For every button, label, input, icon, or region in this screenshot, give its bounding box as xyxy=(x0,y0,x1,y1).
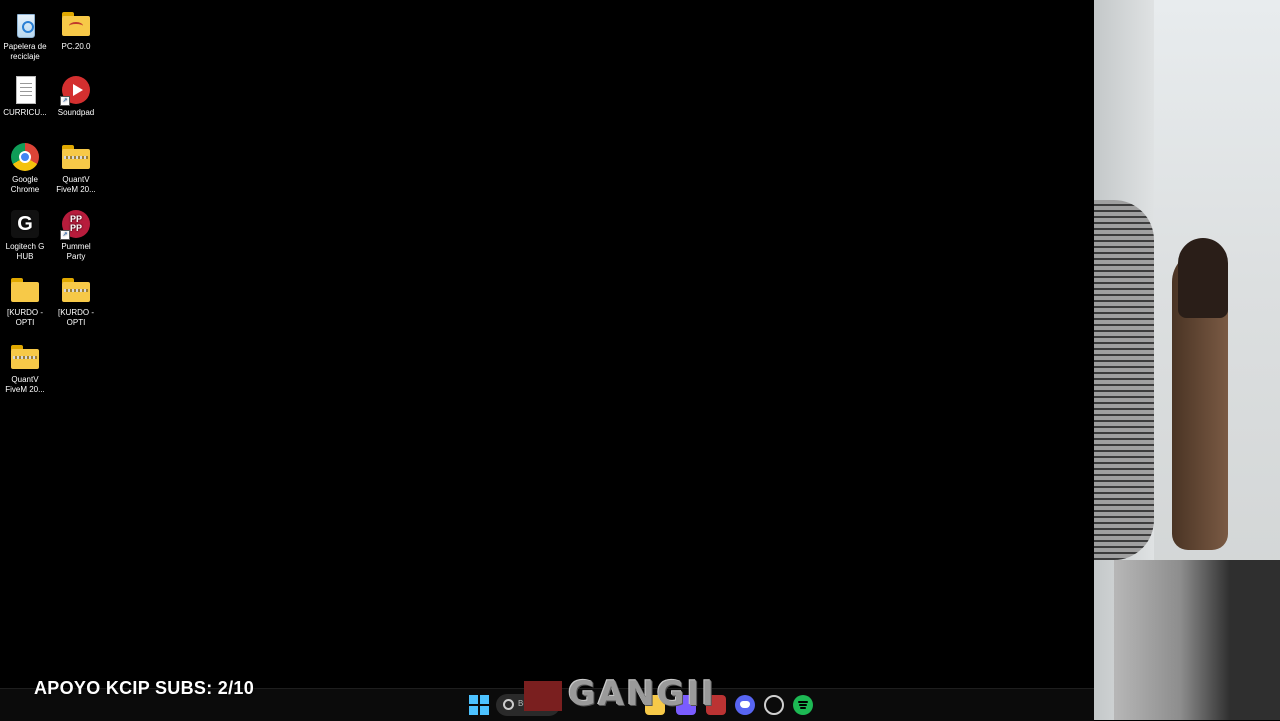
desktop-icon-label: Pummel Party xyxy=(61,242,91,261)
desktop-icon-label: CURRICU... xyxy=(3,108,47,117)
desktop-icon-kurdo-opti-folder[interactable]: [KURDO - OPTI xyxy=(0,274,50,328)
desktop-icon-soundpad[interactable]: ↗ Soundpad xyxy=(51,74,101,118)
steam-icon[interactable] xyxy=(764,695,784,715)
desktop-icon-label: [KURDO - OPTI xyxy=(7,308,43,327)
discord-icon[interactable] xyxy=(735,695,755,715)
desktop-icon-logitech-ghub[interactable]: G Logitech G HUB xyxy=(0,208,50,262)
desktop-icon-recycle-bin[interactable]: Papelera de reciclaje xyxy=(0,8,50,62)
desktop-icon-label: PC.20.0 xyxy=(61,42,91,51)
zip-folder-icon xyxy=(60,274,92,306)
zip-folder-icon xyxy=(60,141,92,173)
pummel-party-icon: PP PP ↗ xyxy=(60,208,92,240)
desktop-icon-label: Logitech G HUB xyxy=(5,242,45,261)
desktop-icon-label: QuantV FiveM 20... xyxy=(56,175,96,194)
desktop-icon-label: QuantV FiveM 20... xyxy=(5,375,45,394)
chrome-icon xyxy=(9,141,41,173)
zip-folder-icon xyxy=(9,341,41,373)
subs-counter-text: APOYO KCIP SUBS: 2/10 xyxy=(34,678,255,698)
desktop-icon-label: Papelera de reciclaje xyxy=(3,42,47,61)
folder-icon xyxy=(60,8,92,40)
logo-emblem-icon xyxy=(524,680,562,711)
folder-icon xyxy=(9,274,41,306)
desktop-icon-label: [KURDO - OPTI xyxy=(58,308,94,327)
webcam-person-body xyxy=(1114,560,1280,720)
desktop-icon-google-chrome[interactable]: Google Chrome xyxy=(0,141,50,195)
shortcut-arrow-icon: ↗ xyxy=(60,230,70,240)
desktop-icon-curriculum[interactable]: CURRICU... xyxy=(0,74,50,118)
desktop-icon-quantv-1[interactable]: QuantV FiveM 20... xyxy=(51,141,101,195)
document-icon xyxy=(9,74,41,106)
shortcut-arrow-icon: ↗ xyxy=(60,96,70,106)
desktop-icon-pummel-party[interactable]: PP PP ↗ Pummel Party xyxy=(51,208,101,262)
webcam-fan xyxy=(1094,200,1154,560)
search-icon xyxy=(503,699,514,710)
desktop-icon-kurdo-opti-zip[interactable]: [KURDO - OPTI xyxy=(51,274,101,328)
desktop-icon-pc20[interactable]: PC.20.0 xyxy=(51,8,101,52)
recycle-bin-icon xyxy=(9,8,41,40)
webcam-overlay xyxy=(1094,0,1280,720)
logo-text: GANGII xyxy=(568,674,716,714)
desktop-icon-label: Soundpad xyxy=(57,108,95,117)
spotify-icon[interactable] xyxy=(793,695,813,715)
desktop-icon-label: Google Chrome xyxy=(10,175,40,194)
stream-logo: GANGII xyxy=(524,674,738,714)
soundpad-icon: ↗ xyxy=(60,74,92,106)
logitech-icon: G xyxy=(9,208,41,240)
desktop-icon-quantv-2[interactable]: QuantV FiveM 20... xyxy=(0,341,50,395)
webcam-person-hair xyxy=(1178,238,1228,318)
start-button[interactable] xyxy=(469,695,489,715)
desktop: Papelera de reciclaje PC.20.0 CURRICU...… xyxy=(0,0,1094,688)
